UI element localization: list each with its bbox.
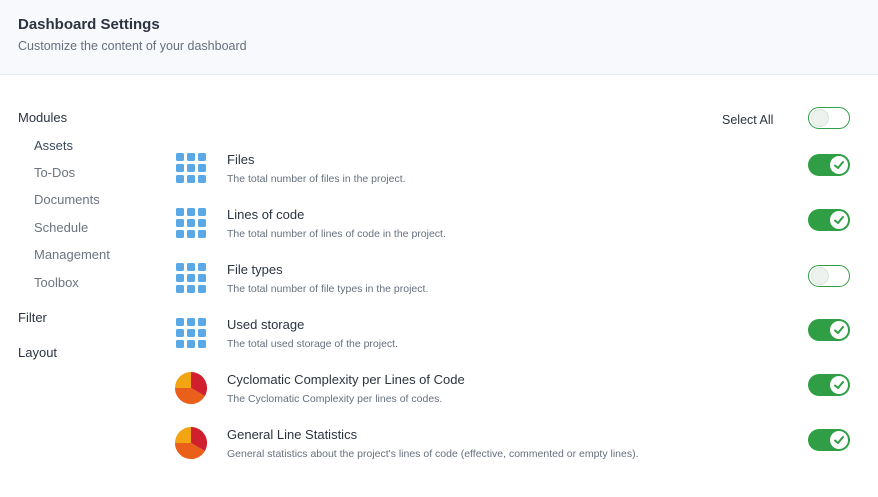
module-row-used-storage: Used storage The total used storage of t… bbox=[175, 317, 775, 357]
grid-icon bbox=[175, 262, 207, 294]
module-description: The total used storage of the project. bbox=[227, 338, 399, 350]
module-description: The total number of lines of code in the… bbox=[227, 228, 446, 240]
sidebar-section-layout[interactable]: Layout bbox=[18, 345, 57, 360]
page-subtitle: Customize the content of your dashboard bbox=[18, 39, 247, 53]
page-header: Dashboard Settings Customize the content… bbox=[0, 0, 878, 75]
module-description: The Cyclomatic Complexity per lines of c… bbox=[227, 393, 443, 405]
sidebar-section-modules[interactable]: Modules bbox=[18, 110, 67, 125]
select-all-toggle[interactable] bbox=[808, 107, 850, 129]
module-title: Used storage bbox=[227, 317, 305, 332]
module-toggle-lines-of-code[interactable] bbox=[808, 209, 850, 231]
toggle-knob bbox=[811, 109, 829, 127]
module-row-general-line-statistics: General Line Statistics General statisti… bbox=[174, 426, 775, 467]
check-icon bbox=[834, 326, 844, 334]
module-title: Files bbox=[227, 152, 255, 167]
module-title: Lines of code bbox=[227, 207, 305, 222]
grid-icon bbox=[175, 317, 207, 349]
module-toggle-files[interactable] bbox=[808, 154, 850, 176]
toggle-knob bbox=[811, 267, 829, 285]
module-description: General statistics about the project's l… bbox=[227, 448, 639, 460]
toggle-knob bbox=[830, 156, 848, 174]
module-row-file-types: File types The total number of file type… bbox=[175, 262, 775, 302]
pie-chart-icon bbox=[174, 426, 208, 460]
module-toggle-general-line-statistics[interactable] bbox=[808, 429, 850, 451]
sidebar-item-management[interactable]: Management bbox=[34, 247, 110, 262]
module-description: The total number of file types in the pr… bbox=[227, 283, 429, 295]
module-title: Cyclomatic Complexity per Lines of Code bbox=[227, 372, 465, 387]
check-icon bbox=[834, 161, 844, 169]
select-all-label: Select All bbox=[722, 113, 774, 127]
toggle-knob bbox=[830, 376, 848, 394]
page-title: Dashboard Settings bbox=[18, 16, 160, 33]
check-icon bbox=[834, 381, 844, 389]
module-title: File types bbox=[227, 262, 283, 277]
check-icon bbox=[834, 436, 844, 444]
module-description: The total number of files in the project… bbox=[227, 173, 406, 185]
toggle-knob bbox=[830, 211, 848, 229]
module-row-cyclomatic-complexity: Cyclomatic Complexity per Lines of Code … bbox=[174, 371, 775, 412]
sidebar-section-filter[interactable]: Filter bbox=[18, 310, 47, 325]
module-row-files: Files The total number of files in the p… bbox=[175, 152, 775, 192]
check-icon bbox=[834, 216, 844, 224]
toggle-knob bbox=[830, 431, 848, 449]
grid-icon bbox=[175, 152, 207, 184]
sidebar-item-documents[interactable]: Documents bbox=[34, 192, 100, 207]
module-toggle-file-types[interactable] bbox=[808, 265, 850, 287]
sidebar-item-schedule[interactable]: Schedule bbox=[34, 220, 88, 235]
module-toggle-used-storage[interactable] bbox=[808, 319, 850, 341]
sidebar-item-assets[interactable]: Assets bbox=[34, 138, 73, 153]
module-title: General Line Statistics bbox=[227, 427, 358, 442]
grid-icon bbox=[175, 207, 207, 239]
sidebar-item-toolbox[interactable]: Toolbox bbox=[34, 275, 79, 290]
sidebar-item-to-dos[interactable]: To-Dos bbox=[34, 165, 75, 180]
toggle-knob bbox=[830, 321, 848, 339]
module-toggle-cyclomatic-complexity[interactable] bbox=[808, 374, 850, 396]
pie-chart-icon bbox=[174, 371, 208, 405]
module-row-lines-of-code: Lines of code The total number of lines … bbox=[175, 207, 775, 247]
